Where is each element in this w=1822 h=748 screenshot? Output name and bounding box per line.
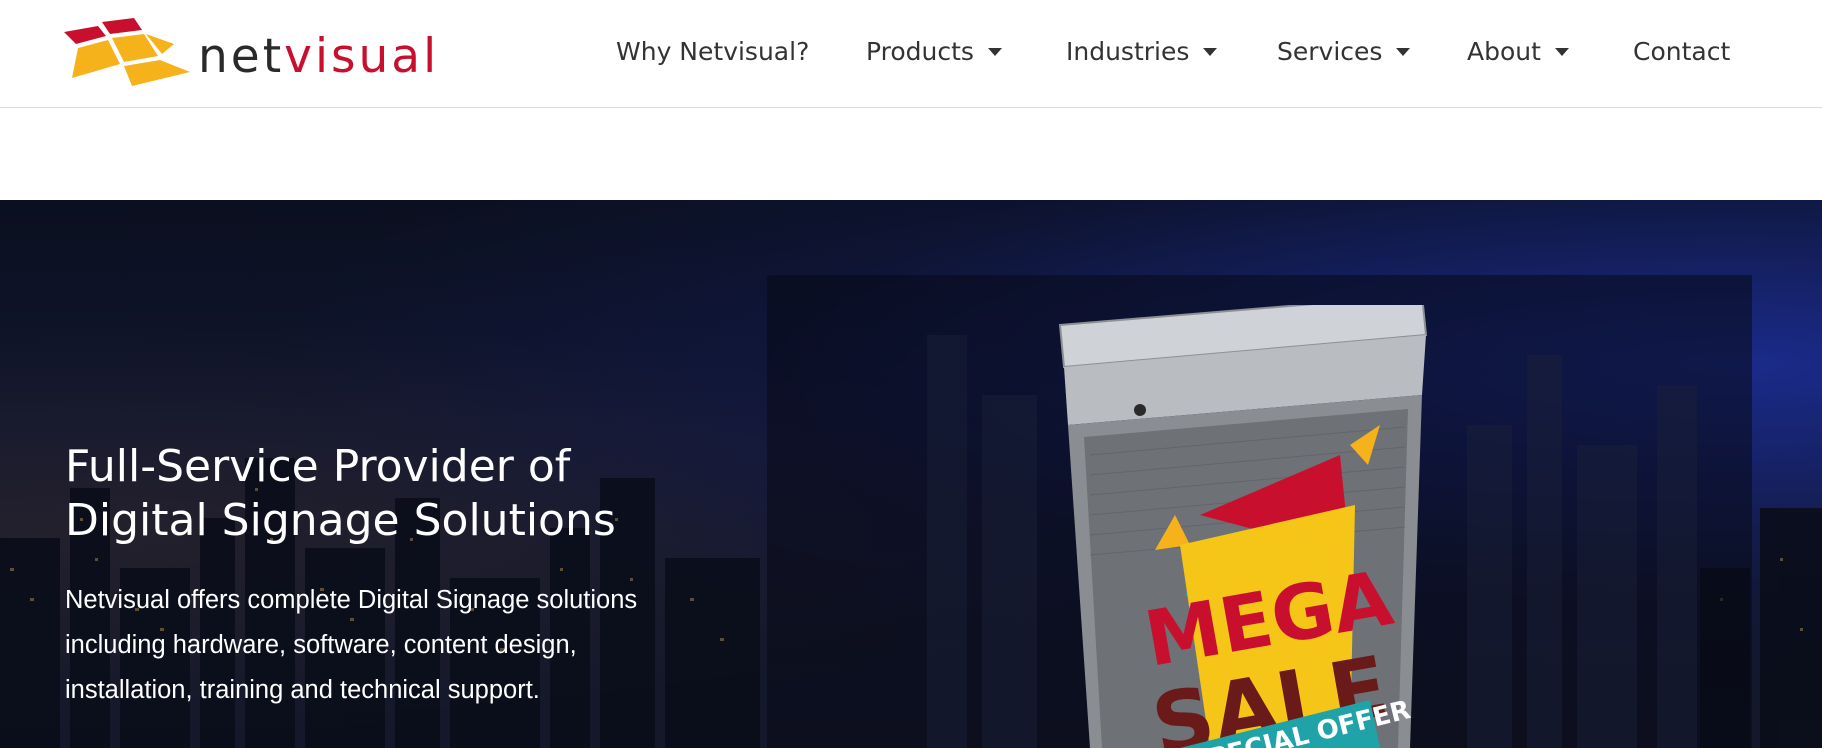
transparent-led-display-image: MEGA SALE SPECIAL OFFER: [1058, 305, 1428, 748]
chevron-down-icon: [1554, 48, 1569, 56]
nav-item-label: Industries: [1066, 36, 1190, 66]
hero-title-line: Digital Signage Solutions: [65, 495, 616, 546]
nav-item-label: Products: [866, 36, 974, 66]
hero-description: Netvisual offers complete Digital Signag…: [65, 578, 785, 713]
nav-item-products[interactable]: Products: [866, 34, 1002, 68]
main-nav: Why Netvisual? Products Industries Servi…: [0, 0, 1822, 100]
hero-section: Full-Service Provider of Digital Signage…: [0, 200, 1822, 748]
hero-title-line: Full-Service Provider of: [65, 441, 571, 492]
nav-item-label: Contact: [1633, 36, 1731, 66]
site-header: netvisual Why Netvisual? Products Indust…: [0, 0, 1822, 108]
chevron-down-icon: [1396, 48, 1411, 56]
chevron-down-icon: [1203, 48, 1218, 56]
hero-description-line: including hardware, software, content de…: [65, 631, 577, 659]
nav-item-services[interactable]: Services: [1277, 34, 1411, 68]
hero-title: Full-Service Provider of Digital Signage…: [65, 440, 765, 548]
nav-item-why-netvisual[interactable]: Why Netvisual?: [616, 34, 809, 68]
nav-item-label: About: [1467, 36, 1541, 66]
nav-item-about[interactable]: About: [1467, 34, 1569, 68]
nav-item-industries[interactable]: Industries: [1066, 34, 1218, 68]
hero-description-line: installation, training and technical sup…: [65, 676, 540, 704]
nav-item-label: Services: [1277, 36, 1383, 66]
hero-description-line: Netvisual offers complete Digital Signag…: [65, 586, 638, 614]
chevron-down-icon: [987, 48, 1002, 56]
header-spacer: [0, 108, 1822, 200]
nav-item-label: Why Netvisual?: [616, 36, 810, 66]
nav-item-contact[interactable]: Contact: [1633, 34, 1730, 68]
